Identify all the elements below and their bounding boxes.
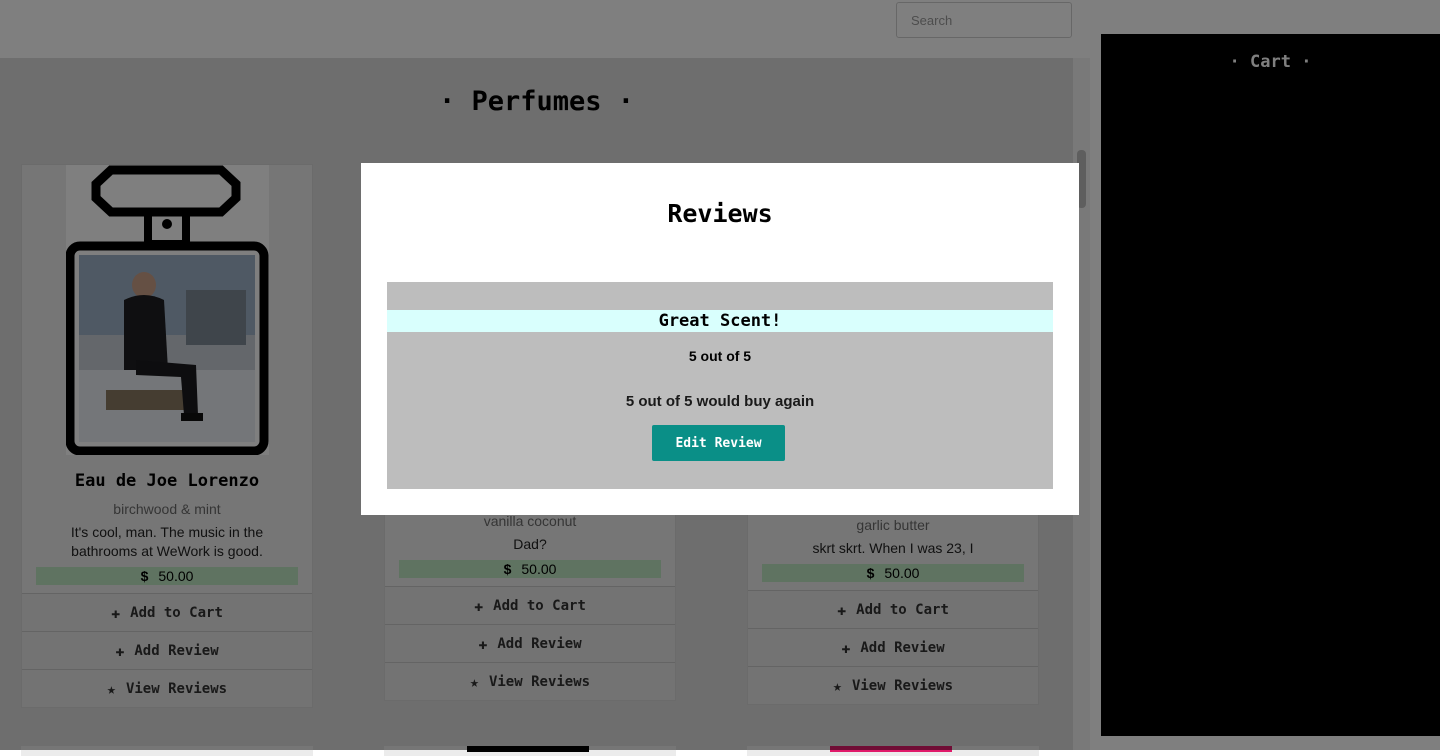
edit-review-button[interactable]: Edit Review: [652, 425, 785, 461]
reviews-modal: Reviews Great Scent! 5 out of 5 5 out of…: [361, 163, 1079, 515]
review-body: 5 out of 5 would buy again: [625, 393, 815, 410]
review-title: Great Scent!: [387, 310, 1053, 332]
review-item: Great Scent! 5 out of 5 5 out of 5 would…: [387, 282, 1053, 489]
review-rating: 5 out of 5: [688, 348, 752, 364]
modal-title: Reviews: [667, 199, 773, 228]
